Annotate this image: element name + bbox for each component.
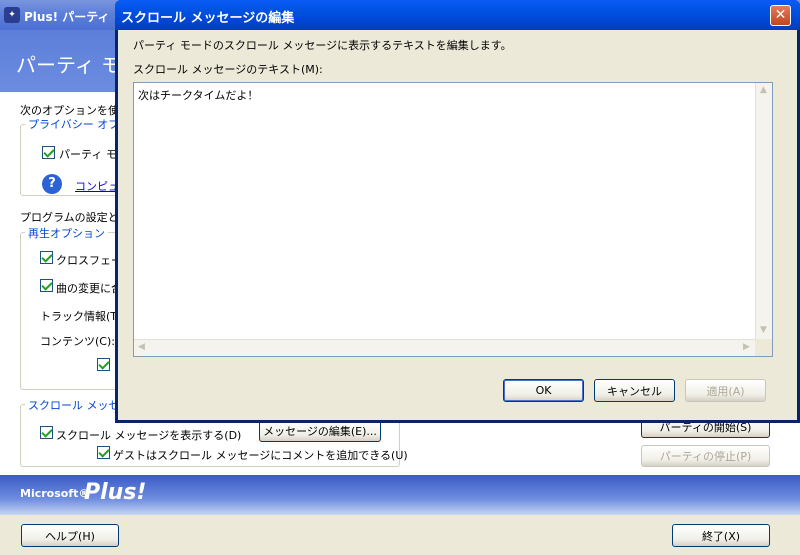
horizontal-scrollbar[interactable]: ◀ ▶ [134,339,755,356]
bottom-button-bar: ヘルプ(H) 終了(X) [0,515,800,555]
contents-option-checkbox[interactable] [97,358,110,371]
brand-plus-logo: Plus! [84,480,147,505]
brand-microsoft-logo: Microsoft® [20,487,90,500]
contents-label: コンテンツ(C): [40,335,115,348]
song-change-checkbox[interactable] [40,279,53,292]
scroll-left-arrow-icon[interactable]: ◀ [134,340,149,355]
plus-app-icon: ✦ [4,7,20,23]
party-mode-checkbox[interactable] [42,146,55,159]
dialog-description: パーティ モードのスクロール メッセージに表示するテキストを編集します。 [133,39,512,52]
textarea-content: 次はチークタイムだよ！ [138,89,259,102]
song-change-label: 曲の変更に合 [56,282,122,295]
scroll-message-textarea[interactable]: 次はチークタイムだよ！ ▲ ▼ ◀ ▶ [133,82,773,357]
dialog-title: スクロール メッセージの編集 [121,11,295,26]
stop-party-button[interactable]: パーティの停止(P) [641,445,770,467]
edit-scroll-message-dialog: スクロール メッセージの編集 ✕ パーティ モードのスクロール メッセージに表示… [115,0,800,423]
question-icon: ? [42,174,62,194]
scroll-up-arrow-icon[interactable]: ▲ [756,83,771,98]
guest-comment-label: ゲストはスクロール メッセージにコメントを追加できる(U) [113,449,408,462]
scrollbar-corner [755,339,772,356]
dialog-titlebar: スクロール メッセージの編集 ✕ [115,0,800,30]
textarea-label: スクロール メッセージのテキスト(M): [133,63,323,76]
help-button[interactable]: ヘルプ(H) [21,524,119,547]
playback-group-title: 再生オプション [25,225,108,241]
show-scroll-message-label: スクロール メッセージを表示する(D) [56,429,242,442]
close-icon[interactable]: ✕ [770,5,791,26]
program-settings-text: プログラムの設定とゲ [20,211,130,224]
crossfade-checkbox[interactable] [40,251,53,264]
dialog-body: パーティ モードのスクロール メッセージに表示するテキストを編集します。 スクロ… [118,30,797,420]
apply-button[interactable]: 適用(A) [685,379,766,402]
guest-comment-checkbox[interactable] [97,446,110,459]
show-scroll-message-checkbox[interactable] [40,426,53,439]
exit-button[interactable]: 終了(X) [672,524,770,547]
cancel-button[interactable]: キャンセル [594,379,675,402]
scroll-right-arrow-icon[interactable]: ▶ [739,340,754,355]
ok-button[interactable]: OK [503,379,584,402]
brand-footer: Microsoft® Plus! [0,475,800,515]
main-window-title: Plus! パーティ モ [24,10,126,24]
edit-message-button[interactable]: メッセージの編集(E)... [259,420,381,442]
scroll-down-arrow-icon[interactable]: ▼ [756,323,771,338]
vertical-scrollbar[interactable]: ▲ ▼ [755,83,772,339]
track-info-label: トラック情報(T): [40,310,126,323]
